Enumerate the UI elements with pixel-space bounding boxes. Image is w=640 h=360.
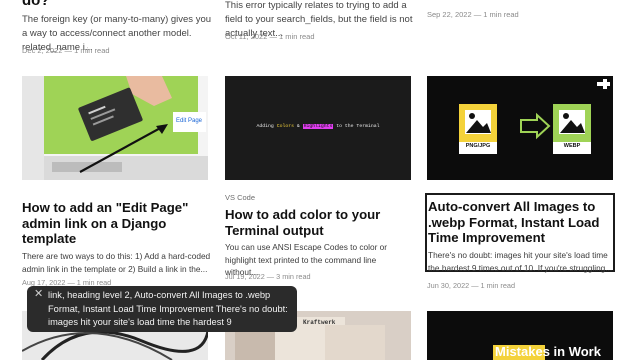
edit-page-thumbnail[interactable]: Edit Page xyxy=(22,76,208,180)
card-excerpt: There's no doubt: images hit your site's… xyxy=(428,250,613,273)
png-jpg-label: PNG/JPG xyxy=(465,143,491,149)
bottom-thumbnail[interactable]: Mistakes in Work xyxy=(427,311,613,360)
accessibility-tooltip: ✕ link, heading level 2, Auto-convert Al… xyxy=(27,286,297,332)
article-meta-partial: Dec 2, 2022 — 1 min read xyxy=(22,46,110,55)
edit-page-chip-label: Edit Page xyxy=(176,118,203,124)
terminal-color-thumbnail[interactable]: Adding Colors & Highlights to the Termin… xyxy=(225,76,411,180)
tooltip-text: link, heading level 2, Auto-convert All … xyxy=(48,290,288,327)
card-tag[interactable]: VS Code xyxy=(225,193,255,202)
webp-convert-thumbnail[interactable]: PNG/JPG WEBP xyxy=(427,76,613,180)
mistakes-label: Mistakes in Work xyxy=(495,344,601,359)
card-meta: Jul 19, 2022 — 3 min read xyxy=(225,272,311,281)
card-title[interactable]: How to add an "Edit Page" admin link on … xyxy=(22,200,212,247)
article-meta-partial: Sep 22, 2022 — 1 min read xyxy=(427,10,519,19)
edit-page-illustration xyxy=(22,76,208,180)
card-title[interactable]: How to add color to your Terminal output xyxy=(225,207,411,238)
terminal-caption: Adding Colors & Highlights to the Termin… xyxy=(256,124,380,129)
card-meta: Jun 30, 2022 — 1 min read xyxy=(427,281,516,290)
card-title[interactable]: Auto-convert All Images to .webp Format,… xyxy=(428,199,614,246)
kraftwerk-label: Kraftwerk xyxy=(303,319,336,326)
article-meta-partial: Oct 11, 2022 — 1 min read xyxy=(225,32,315,41)
webp-label: WEBP xyxy=(563,143,581,149)
webp-conversion-illustration xyxy=(427,76,613,180)
article-title-partial[interactable]: do? xyxy=(22,0,50,9)
close-icon[interactable]: ✕ xyxy=(34,288,43,302)
card-excerpt: There are two ways to do this: 1) Add a … xyxy=(22,251,211,274)
